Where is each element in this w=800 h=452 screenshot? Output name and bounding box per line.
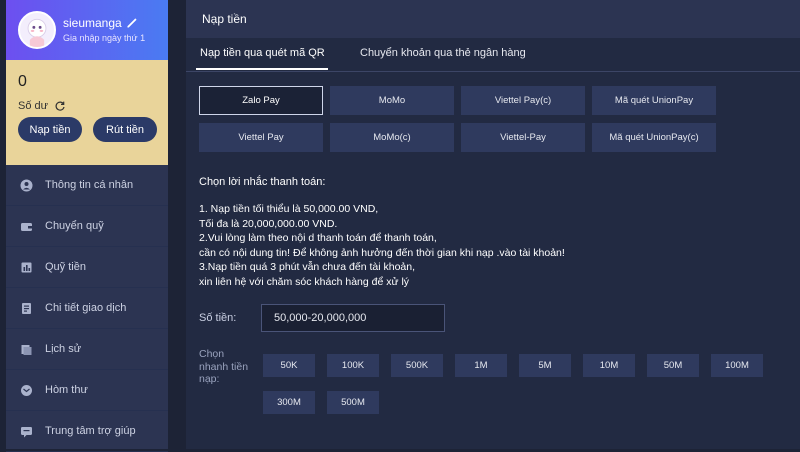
sidebar-item-label: Chi tiết giao dịch xyxy=(45,302,127,314)
quick-amount-100m[interactable]: 100M xyxy=(711,354,763,377)
quick-amount-10m[interactable]: 10M xyxy=(583,354,635,377)
sidebar-item-transactions[interactable]: Chi tiết giao dịch xyxy=(6,288,168,329)
quick-amount-5m[interactable]: 5M xyxy=(519,354,571,377)
quick-amount-500m[interactable]: 500M xyxy=(327,391,379,414)
join-day: Gia nhập ngày thứ 1 xyxy=(63,33,146,43)
sidebar-item-mailbox[interactable]: Hòm thư xyxy=(6,370,168,411)
quick-amount-label: Chọn nhanh tiền nạp: xyxy=(199,348,249,385)
instruction-line: xin liên hệ với chăm sóc khách hàng để x… xyxy=(199,275,410,288)
tab-qr-deposit[interactable]: Nạp tiền qua quét mã QR xyxy=(200,47,325,59)
username: sieumanga xyxy=(63,16,122,30)
sidebar: sieumanga Gia nhập ngày thứ 1 0 Số dư Nạ… xyxy=(6,0,168,452)
instructions-title: Chọn lời nhắc thanh toán: xyxy=(199,176,326,188)
balance-label: Số dư xyxy=(18,100,48,112)
balance-label-row: Số dư xyxy=(18,100,66,112)
amount-label: Số tiền: xyxy=(199,312,237,324)
avatar-character-icon xyxy=(20,13,54,47)
quick-amount-50k[interactable]: 50K xyxy=(263,354,315,377)
sidebar-item-label: Quỹ tiền xyxy=(45,261,86,273)
profile-card: sieumanga Gia nhập ngày thứ 1 xyxy=(6,0,168,60)
method-viettel-pay-c[interactable]: Viettel Pay(c) xyxy=(461,86,585,115)
sidebar-item-transfer[interactable]: Chuyển quỹ xyxy=(6,206,168,247)
sidebar-item-fund[interactable]: Quỹ tiền xyxy=(6,247,168,288)
sidebar-menu: Thông tin cá nhân Chuyển quỹ Quỹ tiền Ch… xyxy=(6,165,168,452)
active-tab-indicator xyxy=(196,68,328,70)
method-unionpay-qr[interactable]: Mã quét UnionPay xyxy=(592,86,716,115)
tab-bank-transfer[interactable]: Chuyển khoản qua thẻ ngân hàng xyxy=(360,47,526,59)
user-icon xyxy=(20,179,33,191)
sidebar-item-label: Chuyển quỹ xyxy=(45,220,104,232)
method-viettel-pay[interactable]: Viettel Pay xyxy=(199,123,323,152)
avatar[interactable] xyxy=(18,11,56,49)
method-viettel-pay-dash[interactable]: Viettel-Pay xyxy=(461,123,585,152)
edit-icon[interactable] xyxy=(126,17,138,29)
quick-amount-500k[interactable]: 500K xyxy=(391,354,443,377)
sidebar-item-label: Hòm thư xyxy=(45,384,88,396)
quick-amount-300m[interactable]: 300M xyxy=(263,391,315,414)
method-momo-c[interactable]: MoMo(c) xyxy=(330,123,454,152)
withdraw-button[interactable]: Rút tiền xyxy=(93,117,157,142)
mailbox-icon xyxy=(21,384,32,396)
quick-amount-50m[interactable]: 50M xyxy=(647,354,699,377)
deposit-panel: Nạp tiền Nạp tiền qua quét mã QR Chuyển … xyxy=(186,0,800,449)
sidebar-item-profile[interactable]: Thông tin cá nhân xyxy=(6,165,168,206)
transactions-icon xyxy=(22,302,31,314)
history-icon xyxy=(21,344,32,355)
page-title: Nạp tiền xyxy=(186,0,800,38)
instruction-line: 3.Nạp tiền quá 3 phút vẫn chưa đến tài k… xyxy=(199,261,416,274)
instructions: 1. Nạp tiền tối thiểu là 50,000.00 VND, … xyxy=(199,202,789,290)
username-row: sieumanga xyxy=(63,16,138,30)
fund-icon xyxy=(21,262,32,272)
instruction-line: 1. Nạp tiền tối thiểu là 50,000.00 VND, xyxy=(199,203,379,215)
deposit-button[interactable]: Nạp tiền xyxy=(18,117,82,142)
method-momo[interactable]: MoMo xyxy=(330,86,454,115)
sidebar-item-label: Trung tâm trợ giúp xyxy=(45,425,136,437)
method-zalo-pay[interactable]: Zalo Pay xyxy=(199,86,323,115)
sidebar-item-help[interactable]: Trung tâm trợ giúp xyxy=(6,411,168,452)
deposit-tabs: Nạp tiền qua quét mã QR Chuyển khoản qua… xyxy=(186,38,800,72)
sidebar-item-history[interactable]: Lịch sử xyxy=(6,329,168,370)
sidebar-item-label: Lịch sử xyxy=(45,343,82,355)
amount-input[interactable]: 50,000-20,000,000 xyxy=(261,304,445,332)
quick-amount-100k[interactable]: 100K xyxy=(327,354,379,377)
instruction-line: 2.Vui lòng làm theo nội d thanh toán để … xyxy=(199,232,437,245)
balance-value: 0 xyxy=(18,73,27,90)
instruction-line: Tối đa là 20,000,000.00 VND. xyxy=(199,217,338,230)
refresh-icon[interactable] xyxy=(54,100,66,112)
instruction-line: cần có nội dung tin! Để không ảnh hưởng … xyxy=(199,246,565,259)
wallet-icon xyxy=(21,222,32,231)
quick-amount-1m[interactable]: 1M xyxy=(455,354,507,377)
wallet-card: 0 Số dư Nạp tiền Rút tiền xyxy=(6,60,168,165)
help-icon xyxy=(21,426,32,437)
sidebar-item-label: Thông tin cá nhân xyxy=(45,179,134,191)
method-unionpay-qr-c[interactable]: Mã quét UnionPay(c) xyxy=(592,123,716,152)
